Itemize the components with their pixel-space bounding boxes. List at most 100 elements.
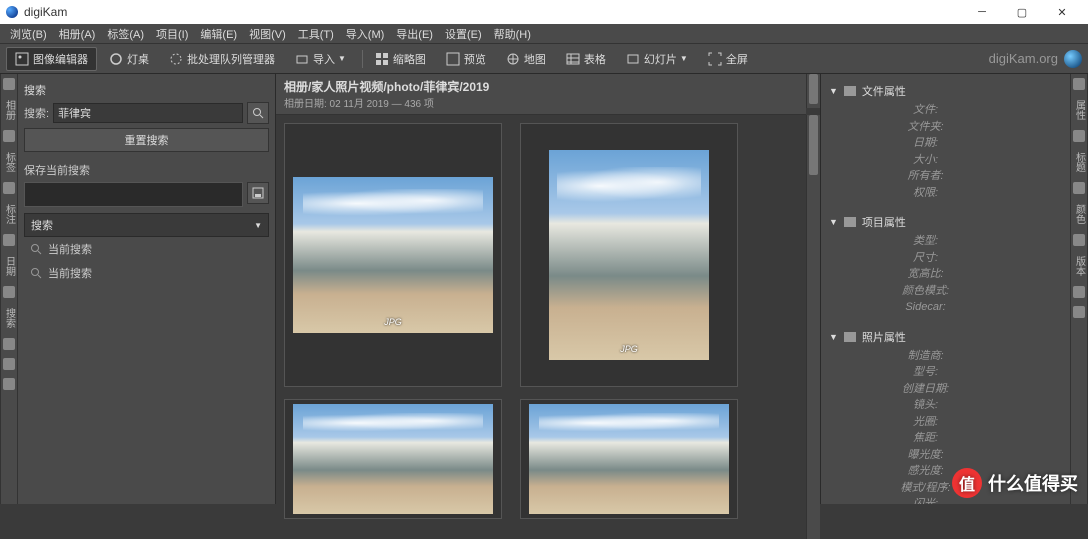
search-input[interactable] bbox=[53, 103, 243, 123]
editor-icon bbox=[15, 52, 29, 66]
filters-tab-icon[interactable] bbox=[1073, 286, 1085, 298]
menu-import[interactable]: 导入(M) bbox=[340, 24, 391, 44]
format-badge: JPG bbox=[384, 317, 402, 327]
versions-tab-icon[interactable] bbox=[1073, 234, 1085, 246]
search-list-item[interactable]: 当前搜索 bbox=[24, 261, 269, 285]
menu-export[interactable]: 导出(E) bbox=[390, 24, 439, 44]
app-logo-icon bbox=[6, 6, 18, 18]
minimize-button[interactable]: ─ bbox=[962, 0, 1002, 24]
save-search-label: 保存当前搜索 bbox=[24, 158, 269, 182]
menu-tag[interactable]: 标签(A) bbox=[101, 24, 150, 44]
chevron-down-icon: ▼ bbox=[254, 221, 262, 230]
labels-tab-icon[interactable] bbox=[3, 182, 15, 194]
collapse-icon: ▼ bbox=[829, 217, 838, 227]
search-list-item[interactable]: 当前搜索 bbox=[24, 237, 269, 261]
table-view-button[interactable]: 表格 bbox=[558, 48, 614, 70]
left-tab-strip: 相册 标签 标注 日期 搜索 bbox=[0, 74, 18, 504]
vertical-scrollbar[interactable] bbox=[806, 74, 820, 108]
thumbnail-item[interactable] bbox=[520, 399, 738, 519]
search-tab-icon[interactable] bbox=[3, 286, 15, 298]
menu-edit[interactable]: 编辑(E) bbox=[194, 24, 243, 44]
albums-tab-icon[interactable] bbox=[3, 78, 15, 90]
prop-label: 创建日期: bbox=[829, 381, 1022, 398]
thumbnail-item[interactable]: JPG bbox=[284, 123, 502, 387]
properties-tab[interactable]: 属性 bbox=[1072, 98, 1087, 122]
thumbnail-icon bbox=[375, 52, 389, 66]
tools-tab-icon[interactable] bbox=[1073, 306, 1085, 318]
menu-help[interactable]: 帮助(H) bbox=[488, 24, 537, 44]
save-search-input[interactable] bbox=[24, 182, 243, 207]
photo-properties-header[interactable]: ▼照片属性 bbox=[829, 326, 1062, 348]
menu-tools[interactable]: 工具(T) bbox=[292, 24, 340, 44]
prop-label: 颜色模式: bbox=[829, 283, 1022, 300]
slideshow-icon bbox=[626, 52, 640, 66]
batch-queue-button[interactable]: 批处理队列管理器 bbox=[161, 48, 283, 70]
reset-search-button[interactable]: 重置搜索 bbox=[24, 128, 269, 152]
prop-label: 文件夹: bbox=[829, 119, 1022, 136]
prop-label: 制造商: bbox=[829, 348, 1022, 365]
prop-label: 焦距: bbox=[829, 430, 1022, 447]
search-list-dropdown[interactable]: 搜索 ▼ bbox=[24, 213, 269, 237]
tags-tab[interactable]: 标签 bbox=[2, 150, 17, 174]
import-button[interactable]: 导入▼ bbox=[287, 48, 354, 70]
search-label: 搜索: bbox=[24, 105, 49, 121]
save-search-button[interactable] bbox=[247, 182, 269, 204]
vertical-scrollbar[interactable] bbox=[806, 115, 820, 539]
thumbnail-item[interactable]: JPG bbox=[520, 123, 738, 387]
thumbnail-item[interactable] bbox=[284, 399, 502, 519]
colors-tab[interactable]: 颜色 bbox=[1072, 202, 1087, 226]
prop-label: 模式/程序: bbox=[829, 480, 1022, 497]
similarity-tab-icon[interactable] bbox=[3, 338, 15, 350]
properties-tab-icon[interactable] bbox=[1073, 78, 1085, 90]
labels-tab[interactable]: 标注 bbox=[2, 202, 17, 226]
map-view-button[interactable]: 地图 bbox=[498, 48, 554, 70]
item-icon bbox=[844, 217, 856, 227]
albums-tab[interactable]: 相册 bbox=[2, 98, 17, 122]
prop-label: 日期: bbox=[829, 135, 1022, 152]
slideshow-button[interactable]: 幻灯片▼ bbox=[618, 48, 696, 70]
captions-tab[interactable]: 标题 bbox=[1072, 150, 1087, 174]
brand-link[interactable]: digiKam.org bbox=[989, 51, 1058, 66]
main-toolbar: 图像编辑器 灯桌 批处理队列管理器 导入▼ 缩略图 预览 地图 表格 幻灯片▼ … bbox=[0, 44, 1088, 74]
chevron-down-icon: ▼ bbox=[338, 54, 346, 63]
search-tab[interactable]: 搜索 bbox=[2, 306, 17, 330]
photo-preview bbox=[529, 404, 729, 514]
thumbnail-view-button[interactable]: 缩略图 bbox=[367, 48, 434, 70]
image-editor-button[interactable]: 图像编辑器 bbox=[6, 47, 97, 71]
menu-bar: 浏览(B) 相册(A) 标签(A) 项目(I) 编辑(E) 视图(V) 工具(T… bbox=[0, 24, 1088, 44]
fullscreen-button[interactable]: 全屏 bbox=[700, 48, 756, 70]
close-button[interactable]: ✕ bbox=[1042, 0, 1082, 24]
prop-label: 镜头: bbox=[829, 397, 1022, 414]
window-titlebar: digiKam ─ ▢ ✕ bbox=[0, 0, 1088, 24]
versions-tab[interactable]: 版本 bbox=[1072, 254, 1087, 278]
search-icon bbox=[30, 243, 42, 255]
colors-tab-icon[interactable] bbox=[1073, 182, 1085, 194]
maximize-button[interactable]: ▢ bbox=[1002, 0, 1042, 24]
dates-tab-icon[interactable] bbox=[3, 234, 15, 246]
menu-browse[interactable]: 浏览(B) bbox=[4, 24, 53, 44]
tags-tab-icon[interactable] bbox=[3, 130, 15, 142]
menu-album[interactable]: 相册(A) bbox=[53, 24, 102, 44]
prop-label: 大小: bbox=[829, 152, 1022, 169]
menu-view[interactable]: 视图(V) bbox=[243, 24, 292, 44]
chevron-down-icon: ▼ bbox=[680, 54, 688, 63]
preview-button[interactable]: 预览 bbox=[438, 48, 494, 70]
dates-tab[interactable]: 日期 bbox=[2, 254, 17, 278]
map-tab-icon[interactable] bbox=[3, 358, 15, 370]
photo-preview: JPG bbox=[293, 177, 493, 333]
item-properties-header[interactable]: ▼项目属性 bbox=[829, 211, 1062, 233]
menu-item[interactable]: 项目(I) bbox=[150, 24, 194, 44]
search-icon bbox=[30, 267, 42, 279]
prop-label: 文件: bbox=[829, 102, 1022, 119]
people-tab-icon[interactable] bbox=[3, 378, 15, 390]
globe-icon[interactable] bbox=[1064, 50, 1082, 68]
advanced-search-button[interactable] bbox=[247, 102, 269, 124]
light-table-button[interactable]: 灯桌 bbox=[101, 48, 157, 70]
fullscreen-icon bbox=[708, 52, 722, 66]
prop-label: 光圈: bbox=[829, 414, 1022, 431]
prop-label: 感光度: bbox=[829, 463, 1022, 480]
search-panel-title: 搜索 bbox=[24, 78, 269, 102]
captions-tab-icon[interactable] bbox=[1073, 130, 1085, 142]
menu-settings[interactable]: 设置(E) bbox=[439, 24, 488, 44]
file-properties-header[interactable]: ▼文件属性 bbox=[829, 80, 1062, 102]
